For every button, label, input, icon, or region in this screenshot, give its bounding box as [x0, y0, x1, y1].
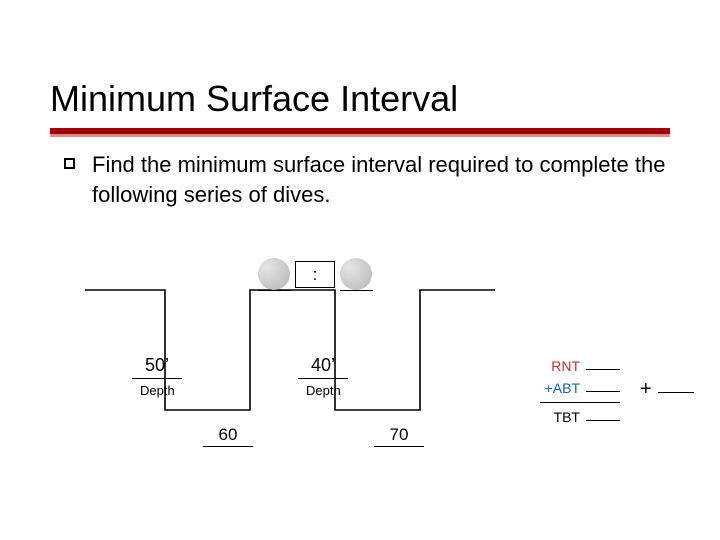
title-rule-shadow: [50, 134, 670, 137]
pg-circle-after: [340, 258, 372, 290]
tbt-blank: [586, 420, 620, 421]
dive1-depth-label: Depth: [140, 383, 175, 398]
pg-blank-1: [258, 290, 291, 291]
dive1-depth: 50’: [132, 355, 182, 379]
rnt-blank: [586, 369, 620, 370]
tbt-label: TBT: [540, 409, 586, 425]
calc-divider: [540, 402, 620, 403]
bullet-icon: [64, 158, 75, 169]
dive-profile: [80, 280, 500, 420]
abt-label: +ABT: [540, 380, 586, 396]
sum-blank: [658, 392, 694, 393]
slide-title: Minimum Surface Interval: [50, 78, 458, 120]
pg-blank-2: [340, 290, 373, 291]
dive2-depth: 40’: [298, 355, 348, 379]
surface-interval-box: :: [295, 261, 335, 288]
abt-blank: [586, 391, 620, 392]
pg-circle-before: [258, 258, 290, 290]
nitrogen-calc: RNT +ABT TBT: [540, 355, 620, 428]
dive2-bottom-time: 70: [374, 425, 424, 447]
dive2-depth-label: Depth: [306, 383, 341, 398]
body-text: Find the minimum surface interval requir…: [92, 150, 672, 209]
dive1-bottom-time: 60: [203, 425, 253, 447]
plus-sign: +: [640, 378, 652, 401]
rnt-label: RNT: [540, 358, 586, 374]
